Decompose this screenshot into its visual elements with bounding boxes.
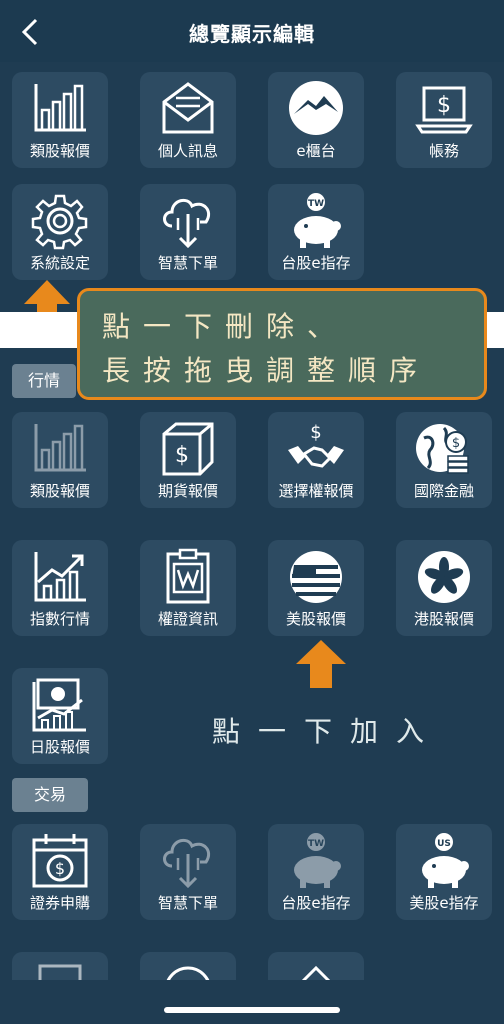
svg-text:TW: TW xyxy=(308,199,324,209)
page-title: 總覽顯示編輯 xyxy=(189,22,315,46)
trade-tile-smart-order[interactable]: 智慧下單 xyxy=(140,824,236,920)
arrow-up-icon xyxy=(296,640,346,688)
globe-coins-icon: $ xyxy=(416,424,469,474)
tile-label: 國際金融 xyxy=(413,482,474,500)
tile-label: 權證資訊 xyxy=(157,610,218,628)
market-tile-futures-quote[interactable]: $ 期貨報價 xyxy=(140,412,236,508)
svg-text:TW: TW xyxy=(308,839,324,849)
tile-label: 智慧下單 xyxy=(157,894,218,912)
hk-flag-icon xyxy=(418,551,470,603)
tile-label: 帳務 xyxy=(428,142,459,160)
piggy-bank-us-icon: US xyxy=(422,833,469,888)
tile-label: 證券申購 xyxy=(29,894,90,912)
tile-label: 類股報價 xyxy=(29,482,90,500)
bar-chart-icon xyxy=(34,424,86,472)
market-tile-index[interactable]: 指數行情 xyxy=(12,540,108,636)
mountain-logo-icon xyxy=(289,81,343,135)
jp-chart-icon xyxy=(32,678,86,732)
tile-label: 個人訊息 xyxy=(157,142,218,160)
mail-icon xyxy=(162,82,214,134)
fav-tile-personal-message[interactable]: 個人訊息 xyxy=(140,72,236,168)
tap-to-add-hint: 點一下加入 xyxy=(212,715,443,748)
instruction-callout: 點一下刪除、 長按拖曳調整順序 xyxy=(77,288,487,400)
svg-text:$: $ xyxy=(55,859,65,878)
tile-label: e櫃台 xyxy=(296,142,336,160)
market-tile-options-quote[interactable]: $ 選擇權報價 xyxy=(268,412,364,508)
svg-text:$: $ xyxy=(437,93,451,118)
warrant-doc-icon xyxy=(166,548,210,604)
market-tile-sector-quote[interactable]: 類股報價 xyxy=(12,412,108,508)
tile-label: 台股e指存 xyxy=(281,254,351,272)
header-bar: 總覽顯示編輯 xyxy=(0,0,504,62)
market-tile-intl-finance[interactable]: $ 國際金融 xyxy=(396,412,492,508)
svg-text:$: $ xyxy=(175,443,189,468)
fav-tile-e-counter[interactable]: e櫃台 xyxy=(268,72,364,168)
tile-label: 智慧下單 xyxy=(157,254,218,272)
callout-line-1: 點一下刪除、 xyxy=(102,310,349,343)
section-tag-trade: 交易 xyxy=(12,778,88,812)
callout-line-2: 長按拖曳調整順序 xyxy=(102,354,431,387)
fav-tile-system-settings[interactable]: 系統設定 xyxy=(12,184,108,280)
piggy-bank-tw-icon: TW xyxy=(294,833,341,888)
trade-tile-tw-e-savings[interactable]: TW 台股e指存 xyxy=(268,824,364,920)
tile-label: 日股報價 xyxy=(29,738,90,756)
fav-tile-smart-order[interactable]: 智慧下單 xyxy=(140,184,236,280)
bar-chart-icon xyxy=(34,84,86,132)
tile-label: 選擇權報價 xyxy=(278,482,354,500)
tile-label: 台股e指存 xyxy=(281,894,351,912)
laptop-dollar-icon: $ xyxy=(415,86,473,134)
us-flag-icon xyxy=(290,551,342,603)
trade-tile-us-e-savings[interactable]: US 美股e指存 xyxy=(396,824,492,920)
cloud-download-icon xyxy=(163,198,211,249)
piggy-bank-tw-icon: TW xyxy=(294,193,341,248)
svg-text:US: US xyxy=(437,839,451,849)
svg-text:$: $ xyxy=(310,422,321,443)
fav-tile-account[interactable]: $ 帳務 xyxy=(396,72,492,168)
fav-tile-sector-quote[interactable]: 類股報價 xyxy=(12,72,108,168)
calendar-dollar-icon: $ xyxy=(32,834,88,888)
trend-chart-icon xyxy=(34,552,86,602)
trade-tile-securities-subscription[interactable]: $ 證券申購 xyxy=(12,824,108,920)
bottom-safe-area xyxy=(0,980,504,1024)
tile-label: 港股報價 xyxy=(413,610,474,628)
home-indicator[interactable] xyxy=(164,1007,340,1013)
market-tile-hk-stock-quote[interactable]: 港股報價 xyxy=(396,540,492,636)
tile-label: 指數行情 xyxy=(29,610,90,628)
fav-tile-tw-e-savings[interactable]: TW 台股e指存 xyxy=(268,184,364,280)
handshake-dollar-icon: $ xyxy=(288,422,344,468)
box-dollar-icon: $ xyxy=(162,422,214,476)
tile-label: 期貨報價 xyxy=(157,482,218,500)
section-tag-market: 行情 xyxy=(12,364,76,398)
cloud-download-icon xyxy=(163,838,211,889)
market-tile-warrant[interactable]: 權證資訊 xyxy=(140,540,236,636)
tile-label: 美股e指存 xyxy=(409,894,479,912)
market-tile-jp-stock-quote[interactable]: 日股報價 xyxy=(12,668,108,764)
svg-text:$: $ xyxy=(452,436,460,451)
market-tile-us-stock-quote[interactable]: 美股報價 xyxy=(268,540,364,636)
gear-icon xyxy=(31,194,88,250)
tile-label: 美股報價 xyxy=(285,610,346,628)
tile-label: 類股報價 xyxy=(29,142,90,160)
tile-label: 系統設定 xyxy=(29,254,90,272)
